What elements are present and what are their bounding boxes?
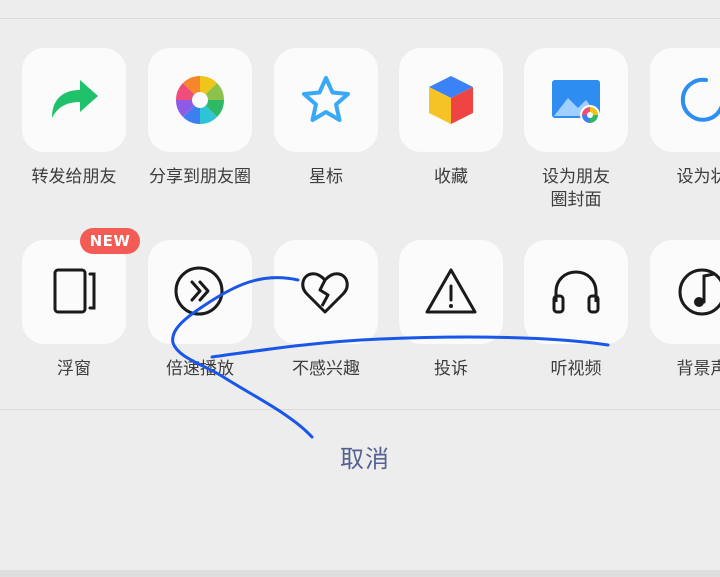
broken-heart-icon xyxy=(301,272,349,314)
floating-window-icon xyxy=(53,268,96,314)
headphones-icon xyxy=(552,270,600,314)
action-row: 浮窗 倍速播放 不感兴趣 投诉 听视频 背景声 xyxy=(0,240,720,420)
floating-window-button[interactable] xyxy=(22,240,126,344)
new-badge: NEW xyxy=(80,228,140,254)
set-moments-cover-label: 设为朋友 圈封面 xyxy=(542,167,610,210)
listen-video-label: 听视频 xyxy=(550,359,602,379)
warning-triangle-icon xyxy=(425,268,477,314)
status-circle-icon xyxy=(680,77,720,122)
report-label: 投诉 xyxy=(434,359,468,379)
not-interested-button[interactable] xyxy=(274,240,378,344)
set-status-button[interactable] xyxy=(650,48,720,152)
background-sound-button[interactable] xyxy=(650,240,720,344)
star-icon xyxy=(302,76,350,122)
share-to-moments-button[interactable] xyxy=(148,48,252,152)
moments-aperture-icon xyxy=(175,75,225,125)
background-sound-label: 背景声 xyxy=(676,359,720,379)
forward-arrow-icon xyxy=(52,80,98,118)
listen-video-button[interactable] xyxy=(524,240,628,344)
report-button[interactable] xyxy=(399,240,503,344)
music-note-icon xyxy=(678,268,720,316)
playback-speed-icon xyxy=(174,266,224,316)
set-status-label: 设为状 xyxy=(676,167,720,187)
not-interested-label: 不感兴趣 xyxy=(292,359,360,379)
moments-cover-image-icon xyxy=(552,80,600,125)
favorites-label: 收藏 xyxy=(434,167,468,187)
bottom-edge xyxy=(0,570,720,577)
star-button[interactable] xyxy=(274,48,378,152)
share-to-moments-label: 分享到朋友圈 xyxy=(149,167,251,187)
playback-speed-button[interactable] xyxy=(148,240,252,344)
floating-window-label: 浮窗 xyxy=(57,359,91,379)
top-divider xyxy=(0,18,720,19)
set-moments-cover-button[interactable] xyxy=(524,48,628,152)
favorites-cube-icon xyxy=(429,76,473,124)
forward-to-friend-button[interactable] xyxy=(22,48,126,152)
playback-speed-label: 倍速播放 xyxy=(166,359,234,379)
cancel-area: 取消 xyxy=(0,410,720,505)
favorites-button[interactable] xyxy=(399,48,503,152)
star-label: 星标 xyxy=(309,167,343,187)
cancel-button[interactable]: 取消 xyxy=(330,439,390,474)
forward-to-friend-label: 转发给朋友 xyxy=(31,167,117,187)
share-row: 转发给朋友 分享到朋友圈 星标 收藏 设为朋友 圈封面 设为状 xyxy=(0,48,720,228)
